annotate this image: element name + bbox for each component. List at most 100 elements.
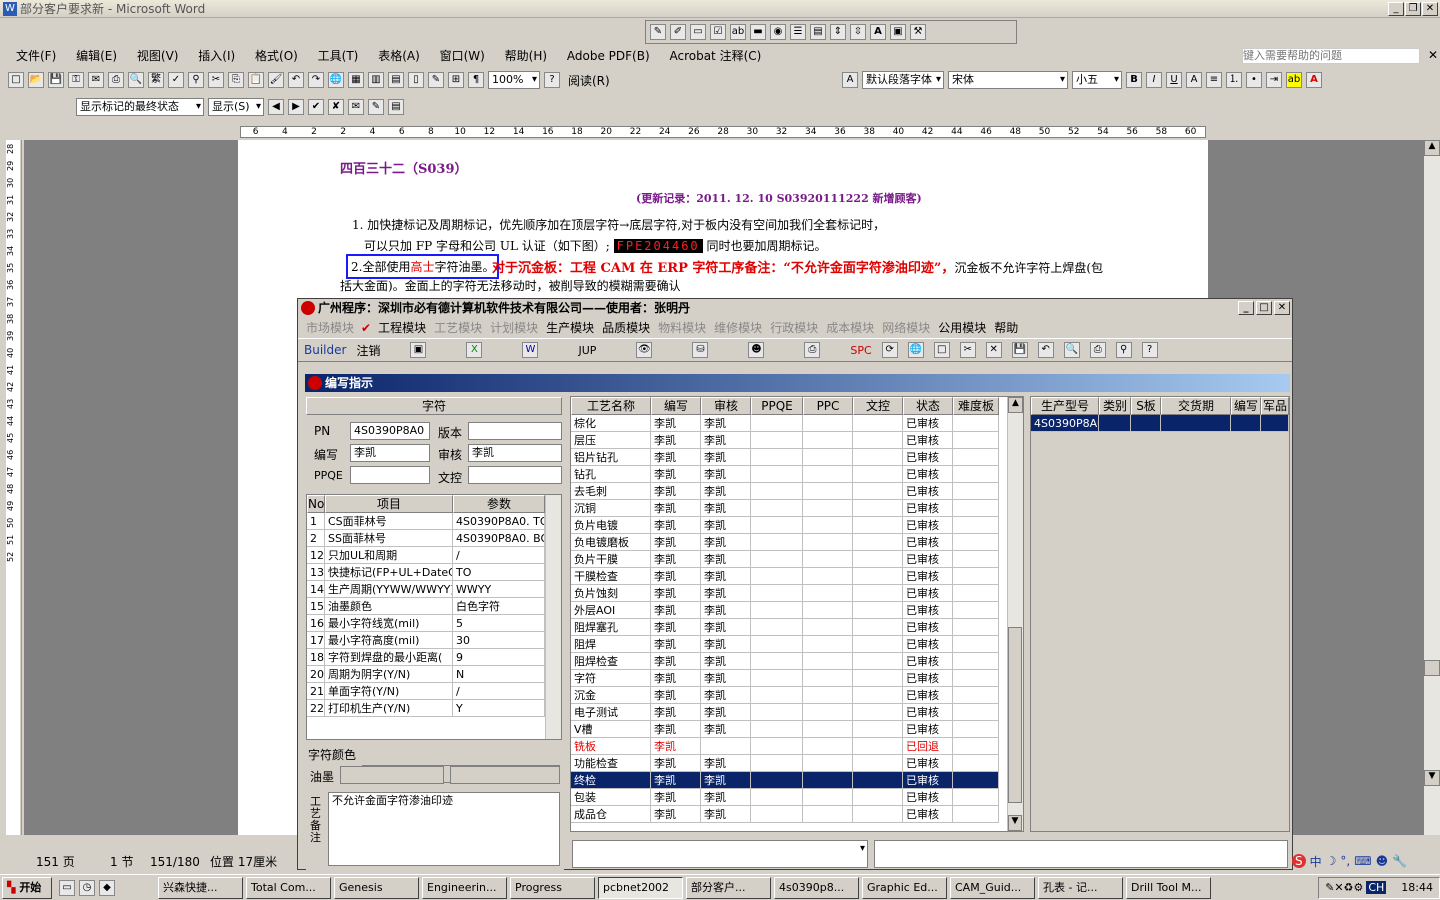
list-icon[interactable]: ☰ bbox=[790, 24, 806, 40]
param-row[interactable]: 14 生产周期(YYWW/WWYY) WWYY bbox=[307, 581, 561, 598]
ink-field-2[interactable] bbox=[450, 766, 560, 784]
wrench-icon[interactable]: 🔧 bbox=[1392, 854, 1407, 868]
accept-icon[interactable]: ✔ bbox=[308, 99, 324, 115]
process-scroll-thumb[interactable] bbox=[1008, 627, 1022, 803]
process-row[interactable]: 沉铜 李凯 李凯 已审核 bbox=[571, 500, 1023, 517]
refresh-icon[interactable]: ⟳ bbox=[881, 342, 898, 358]
erp-menu-item[interactable]: 成本模块 bbox=[822, 318, 878, 338]
zoom-combo[interactable]: 100% bbox=[488, 71, 540, 89]
tools-icon[interactable]: ⚒ bbox=[910, 24, 926, 40]
next-change-icon[interactable]: ▶ bbox=[288, 99, 304, 115]
doc-control-field[interactable] bbox=[468, 466, 562, 484]
spell-icon[interactable]: ✓ bbox=[168, 72, 184, 88]
process-row[interactable]: 去毛刺 李凯 李凯 已审核 bbox=[571, 483, 1023, 500]
menu-window[interactable]: 窗口(W) bbox=[432, 46, 493, 66]
align-icon[interactable]: ≡ bbox=[1206, 72, 1222, 88]
erp-menu-item[interactable]: 帮助 bbox=[990, 318, 1022, 338]
permission-icon[interactable]: ⚿ bbox=[68, 72, 84, 88]
email-icon[interactable]: ✉ bbox=[88, 72, 104, 88]
taskbar-task[interactable]: 部分客户... bbox=[686, 876, 771, 899]
undo-record-icon[interactable]: ↶ bbox=[1037, 342, 1054, 358]
prev-change-icon[interactable]: ◀ bbox=[268, 99, 284, 115]
help-icon[interactable]: ? bbox=[544, 72, 560, 88]
ppqe-field[interactable] bbox=[350, 466, 430, 484]
param-row[interactable]: 13 快捷标记(FP+UL+DateCo TO bbox=[307, 564, 561, 581]
font-color-icon[interactable]: A bbox=[1306, 72, 1322, 88]
taskbar-task[interactable]: CAM_Guid... bbox=[950, 876, 1035, 899]
taskbar-task[interactable]: 4s0390p8... bbox=[774, 876, 859, 899]
ink-field-1[interactable] bbox=[340, 766, 444, 784]
model-col-header[interactable]: S板 bbox=[1131, 397, 1161, 415]
model-col-header[interactable]: 编写 bbox=[1231, 397, 1261, 415]
jup-button[interactable]: JUP bbox=[578, 344, 596, 357]
vertical-scrollbar[interactable]: ▲ ▼ bbox=[1424, 140, 1440, 835]
menu-edit[interactable]: 编辑(E) bbox=[68, 46, 125, 66]
columns-icon[interactable]: ▯ bbox=[408, 72, 424, 88]
sogou-icon[interactable]: S bbox=[1292, 854, 1306, 868]
erp-menu-item[interactable]: 工程模块 bbox=[374, 318, 430, 338]
cut-icon[interactable]: ✂ bbox=[208, 72, 224, 88]
ppt-icon[interactable]: ▣ bbox=[410, 342, 427, 358]
char-border-icon[interactable]: A bbox=[1186, 72, 1202, 88]
globe-icon[interactable]: 🌐 bbox=[907, 342, 924, 358]
param-row[interactable]: 17 最小字符高度(mil) 30 bbox=[307, 632, 561, 649]
param-row[interactable]: 16 最小字符线宽(mil) 5 bbox=[307, 615, 561, 632]
taskbar-task[interactable]: Engineerin... bbox=[422, 876, 507, 899]
insert-table-icon[interactable]: ▥ bbox=[368, 72, 384, 88]
print-record-icon[interactable]: ⎙ bbox=[1089, 342, 1106, 358]
indent-icon[interactable]: ⇥ bbox=[1266, 72, 1282, 88]
menu-file[interactable]: 文件(F) bbox=[8, 46, 64, 66]
taskbar-task[interactable]: Total Com... bbox=[246, 876, 331, 899]
size-combo[interactable]: 小五 bbox=[1072, 71, 1122, 89]
textbox-icon[interactable]: ab bbox=[730, 24, 746, 40]
delete-icon[interactable]: ✕ bbox=[985, 342, 1002, 358]
new-icon[interactable]: □ bbox=[8, 72, 24, 88]
italic-icon[interactable]: I bbox=[1146, 72, 1162, 88]
style-combo[interactable]: 默认段落字体 bbox=[862, 71, 944, 89]
process-col-header[interactable]: 难度板 bbox=[953, 397, 999, 415]
menu-acrobat[interactable]: Acrobat 注释(C) bbox=[661, 46, 769, 66]
erp-menu-item[interactable]: 品质模块 bbox=[598, 318, 654, 338]
process-row[interactable]: 铣板 李凯 已回退 bbox=[571, 738, 1023, 755]
erp-menu-item[interactable]: 计划模块 bbox=[486, 318, 542, 338]
checkbox-icon[interactable]: ☑ bbox=[710, 24, 726, 40]
users-icon[interactable]: ☻ bbox=[748, 342, 765, 358]
erp-menu-item[interactable]: 市场模块 bbox=[302, 318, 358, 338]
process-row[interactable]: 负片蚀刻 李凯 李凯 已审核 bbox=[571, 585, 1023, 602]
version-field[interactable] bbox=[468, 422, 562, 440]
label-icon[interactable]: A bbox=[870, 24, 886, 40]
process-col-header[interactable]: 文控 bbox=[853, 397, 903, 415]
taskbar-task[interactable]: Graphic Ed... bbox=[862, 876, 947, 899]
preview-icon[interactable]: 🔍 bbox=[128, 72, 144, 88]
erp-menu-item[interactable]: 物料模块 bbox=[654, 318, 710, 338]
edit-icon[interactable]: ✐ bbox=[670, 24, 686, 40]
process-col-header[interactable]: 工艺名称 bbox=[571, 397, 651, 415]
spc-button[interactable]: SPC bbox=[850, 344, 871, 357]
process-scrollbar[interactable]: ▲ ▼ bbox=[1007, 397, 1023, 831]
spin-icon[interactable]: ⇳ bbox=[850, 24, 866, 40]
cut-record-icon[interactable]: ✂ bbox=[959, 342, 976, 358]
process-row[interactable]: 钻孔 李凯 李凯 已审核 bbox=[571, 466, 1023, 483]
vertical-ruler[interactable]: 28 29 30 31 32 33 34 35 36 37 38 39 40 41 42 43 44 45 46 47… bbox=[4, 140, 22, 835]
process-filter-combo[interactable] bbox=[572, 840, 868, 868]
pn-field[interactable]: 4S0390P8A0 bbox=[350, 422, 430, 440]
remark-textarea[interactable]: 不允许金面字符渗油印迹 bbox=[328, 792, 560, 866]
numbering-icon[interactable]: ⒈ bbox=[1226, 72, 1242, 88]
help-record-icon[interactable]: ? bbox=[1141, 342, 1158, 358]
font-combo[interactable]: 宋体 bbox=[948, 71, 1068, 89]
process-scroll-up-icon[interactable]: ▲ bbox=[1008, 397, 1023, 413]
taskbar-task[interactable]: pcbnet2002 bbox=[598, 876, 683, 899]
bold-icon[interactable]: B bbox=[1126, 72, 1142, 88]
preview-record-icon[interactable]: 🔍 bbox=[1063, 342, 1080, 358]
param-row[interactable]: 20 周期为阴字(Y/N) N bbox=[307, 666, 561, 683]
taskbar-task[interactable]: Drill Tool M... bbox=[1126, 876, 1211, 899]
process-col-header[interactable]: 审核 bbox=[701, 397, 751, 415]
process-row[interactable]: 干膜检查 李凯 李凯 已审核 bbox=[571, 568, 1023, 585]
punct-icon[interactable]: °, bbox=[1340, 854, 1350, 868]
menu-table[interactable]: 表格(A) bbox=[370, 46, 428, 66]
process-row[interactable]: 层压 李凯 李凯 已审核 bbox=[571, 432, 1023, 449]
menu-view[interactable]: 视图(V) bbox=[129, 46, 187, 66]
process-row[interactable]: V槽 李凯 李凯 已审核 bbox=[571, 721, 1023, 738]
bullets-icon[interactable]: • bbox=[1246, 72, 1262, 88]
process-row[interactable]: 阻焊塞孔 李凯 李凯 已审核 bbox=[571, 619, 1023, 636]
